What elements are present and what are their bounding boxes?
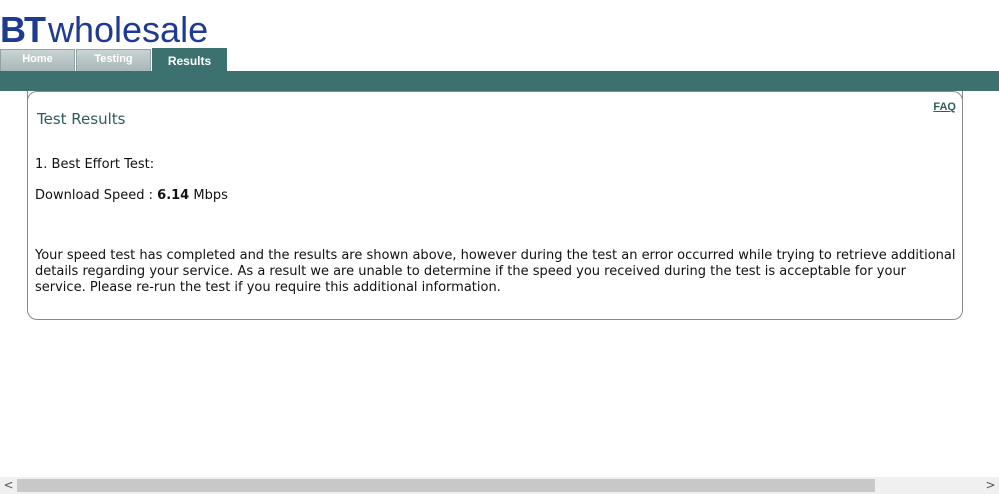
header-band [0, 71, 999, 91]
test-title: 1. Best Effort Test: [35, 157, 155, 172]
page-title: Test Results [37, 110, 126, 128]
download-speed-label: Download Speed : [35, 188, 158, 203]
tab-home[interactable]: Home [0, 49, 75, 71]
horizontal-scrollbar[interactable]: < > [0, 477, 999, 494]
bt-wholesale-logo: BT wholesale [0, 12, 208, 48]
panel-border [38, 91, 952, 92]
faq-link[interactable]: FAQ [933, 101, 956, 113]
tab-testing[interactable]: Testing [76, 49, 151, 71]
scrollbar-thumb[interactable] [17, 479, 875, 492]
result-message: Your speed test has completed and the re… [35, 248, 956, 295]
download-speed-row: Download Speed : 6.14 Mbps [35, 188, 228, 203]
scroll-right-icon[interactable]: > [982, 477, 999, 494]
logo-bt-text: BT [0, 9, 46, 50]
scroll-left-icon[interactable]: < [0, 477, 17, 494]
download-speed-unit: Mbps [189, 188, 228, 203]
nav-tabs: Home Testing Results [0, 48, 228, 72]
download-speed-value: 6.14 [157, 188, 190, 203]
tab-results[interactable]: Results [152, 48, 227, 72]
logo-wholesale-text: wholesale [48, 9, 209, 50]
results-panel: FAQ Test Results 1. Best Effort Test: Do… [27, 91, 963, 320]
